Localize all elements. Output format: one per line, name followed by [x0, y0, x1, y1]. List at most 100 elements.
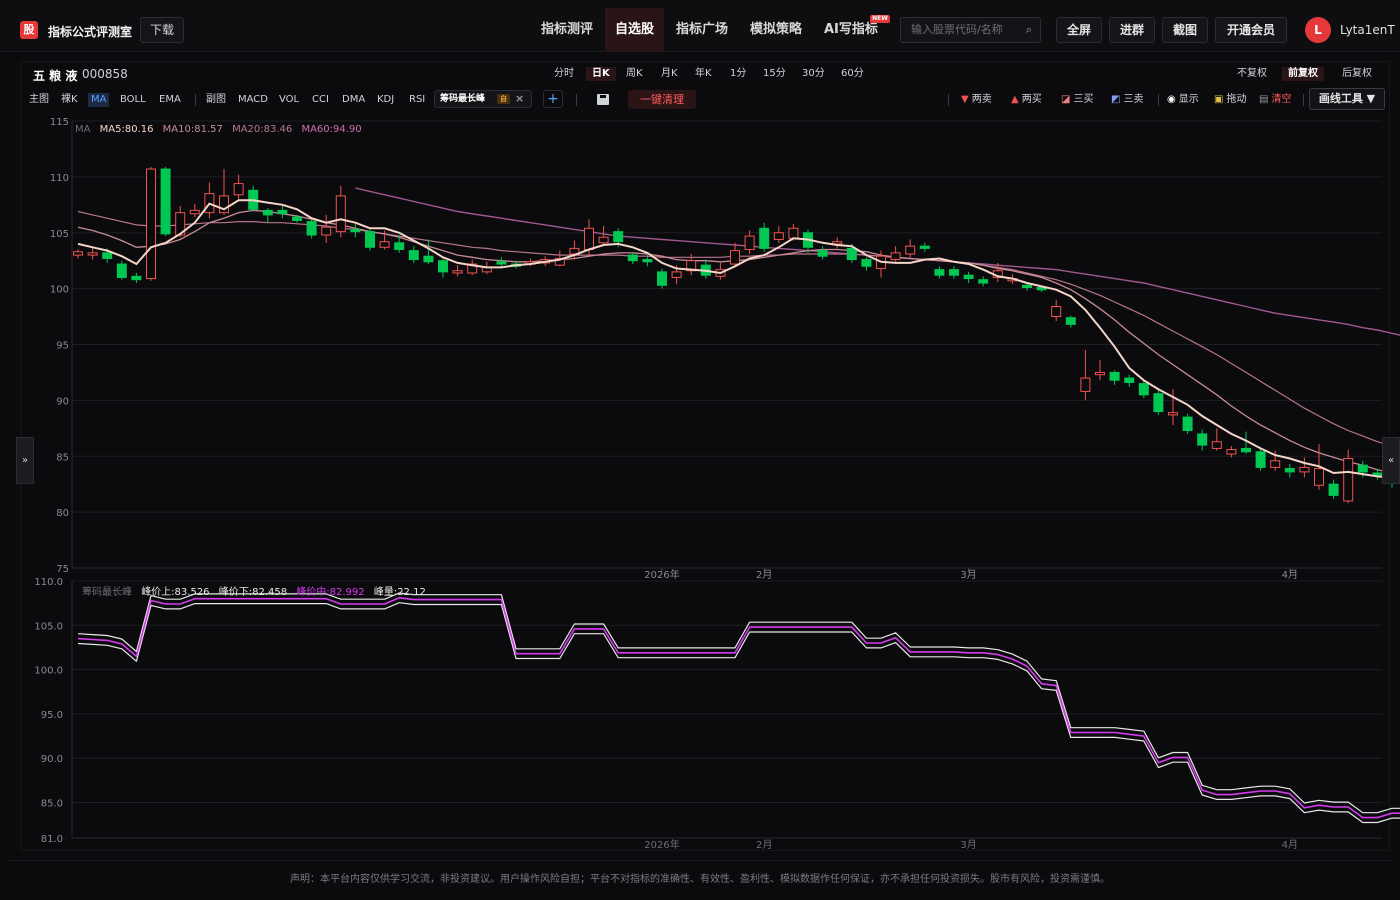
- candle-up: [730, 250, 740, 265]
- candle-up: [73, 251, 83, 256]
- divider: [8, 860, 1392, 861]
- candle-down: [365, 231, 375, 248]
- candle-down: [292, 216, 302, 221]
- disclaimer-text: 声明：本平台内容仅供学习交流，非投资建议。用户操作风险自担；平台不对指标的准确性…: [290, 874, 1110, 885]
- ma5-legend: MA5:80.16: [99, 124, 154, 135]
- candle-down: [1241, 447, 1251, 453]
- x-tick-label: 4月: [1282, 569, 1298, 581]
- sub-x-tick-label: 3月: [960, 839, 976, 851]
- candle-down: [949, 269, 959, 276]
- candle-up: [233, 183, 244, 196]
- candle-up: [773, 232, 784, 240]
- candle-down: [394, 242, 405, 251]
- candle-up: [379, 241, 390, 248]
- candle-down: [919, 245, 930, 249]
- candle-down: [408, 250, 419, 261]
- candle-up: [335, 195, 346, 233]
- ma20-legend: MA20:83.46: [232, 124, 293, 135]
- candle-down: [1065, 317, 1076, 325]
- candle-up: [1270, 460, 1281, 468]
- candle-down: [613, 231, 624, 243]
- candle-down: [1255, 451, 1266, 468]
- peak-mid-line: [77, 596, 1400, 819]
- candle-up: [87, 252, 98, 256]
- ma-legend-prefix: MA: [75, 124, 91, 135]
- candle-down: [934, 269, 945, 276]
- y-tick-label: 80: [56, 508, 69, 519]
- candle-down: [1357, 464, 1368, 473]
- peak-upper-legend: 峰价上:83.526: [141, 587, 210, 598]
- candle-up: [146, 168, 156, 280]
- candle-up: [1168, 412, 1178, 416]
- y-tick-label: 95: [56, 341, 69, 352]
- candle-up: [744, 235, 755, 251]
- candle-up: [1299, 466, 1310, 473]
- candle-down: [627, 254, 638, 262]
- y-tick-label: 105: [50, 229, 69, 240]
- candle-down: [642, 259, 653, 263]
- candle-up: [584, 227, 594, 251]
- y-tick-label: 90: [56, 396, 69, 407]
- candle-down: [116, 263, 127, 278]
- sub-y-tick-label: 105.0: [34, 621, 63, 632]
- candle-down: [350, 228, 361, 233]
- chip-legend-prefix: 筹码最长峰: [82, 587, 132, 598]
- sub-x-tick-label: 2026年: [644, 838, 679, 851]
- candle-down: [978, 279, 989, 284]
- candle-down: [861, 259, 872, 267]
- x-tick-label: 2月: [756, 569, 772, 581]
- peak-upper-line: [77, 592, 1400, 814]
- sub-y-tick-label: 90.0: [41, 754, 63, 765]
- ma-legend: MA MA5:80.16 MA10:81.57 MA20:83.46 MA60:…: [75, 124, 362, 136]
- candle-up: [1226, 449, 1237, 455]
- candle-down: [102, 252, 113, 259]
- candle-down: [277, 209, 288, 215]
- candle-down: [496, 261, 507, 265]
- candle-down: [817, 250, 828, 257]
- x-tick-label: 3月: [960, 569, 976, 581]
- candle-down: [1124, 377, 1135, 383]
- candle-up: [1095, 371, 1105, 376]
- candle-down: [1182, 416, 1193, 432]
- expand-right-button[interactable]: «: [1382, 437, 1400, 484]
- candle-down: [1153, 393, 1164, 413]
- sub-y-tick-label: 110.0: [34, 577, 63, 588]
- candle-down: [657, 271, 667, 286]
- candle-down: [1284, 468, 1295, 473]
- candle-down: [1109, 371, 1120, 381]
- y-tick-label: 75: [56, 564, 69, 575]
- candle-up: [890, 252, 901, 261]
- sub-y-tick-label: 81.0: [41, 834, 63, 845]
- candle-down: [759, 227, 770, 249]
- y-tick-label: 115: [50, 117, 69, 128]
- candle-up: [1051, 306, 1062, 318]
- sub-y-tick-label: 100.0: [34, 666, 63, 677]
- sub-x-tick-label: 2月: [756, 839, 772, 851]
- candle-up: [189, 209, 200, 215]
- candle-down: [423, 255, 434, 263]
- peak-mid-legend: 峰价中:82.992: [296, 587, 365, 598]
- candle-up: [452, 270, 463, 274]
- sub-y-tick-label: 95.0: [41, 710, 63, 721]
- candle-up: [1211, 441, 1222, 449]
- peak-lower-legend: 峰价下:82.458: [218, 587, 288, 598]
- candle-up: [598, 236, 609, 244]
- candle-up: [321, 226, 332, 236]
- candle-down: [1197, 433, 1208, 446]
- candle-down: [306, 221, 317, 236]
- candle-up: [671, 271, 682, 278]
- candle-down: [846, 247, 857, 261]
- ma5-line: [77, 199, 1400, 480]
- candle-down: [1138, 383, 1149, 396]
- candle-up: [1080, 377, 1091, 392]
- x-tick-label: 2026年: [644, 568, 679, 581]
- candle-down: [438, 260, 448, 273]
- candle-up: [1314, 468, 1324, 486]
- candle-up: [788, 227, 799, 239]
- expand-left-button[interactable]: »: [16, 437, 34, 484]
- ma10-legend: MA10:81.57: [162, 124, 223, 135]
- y-tick-label: 110: [50, 173, 69, 184]
- candle-down: [963, 274, 974, 280]
- sub-x-tick-label: 4月: [1282, 839, 1298, 851]
- candle-down: [262, 209, 273, 216]
